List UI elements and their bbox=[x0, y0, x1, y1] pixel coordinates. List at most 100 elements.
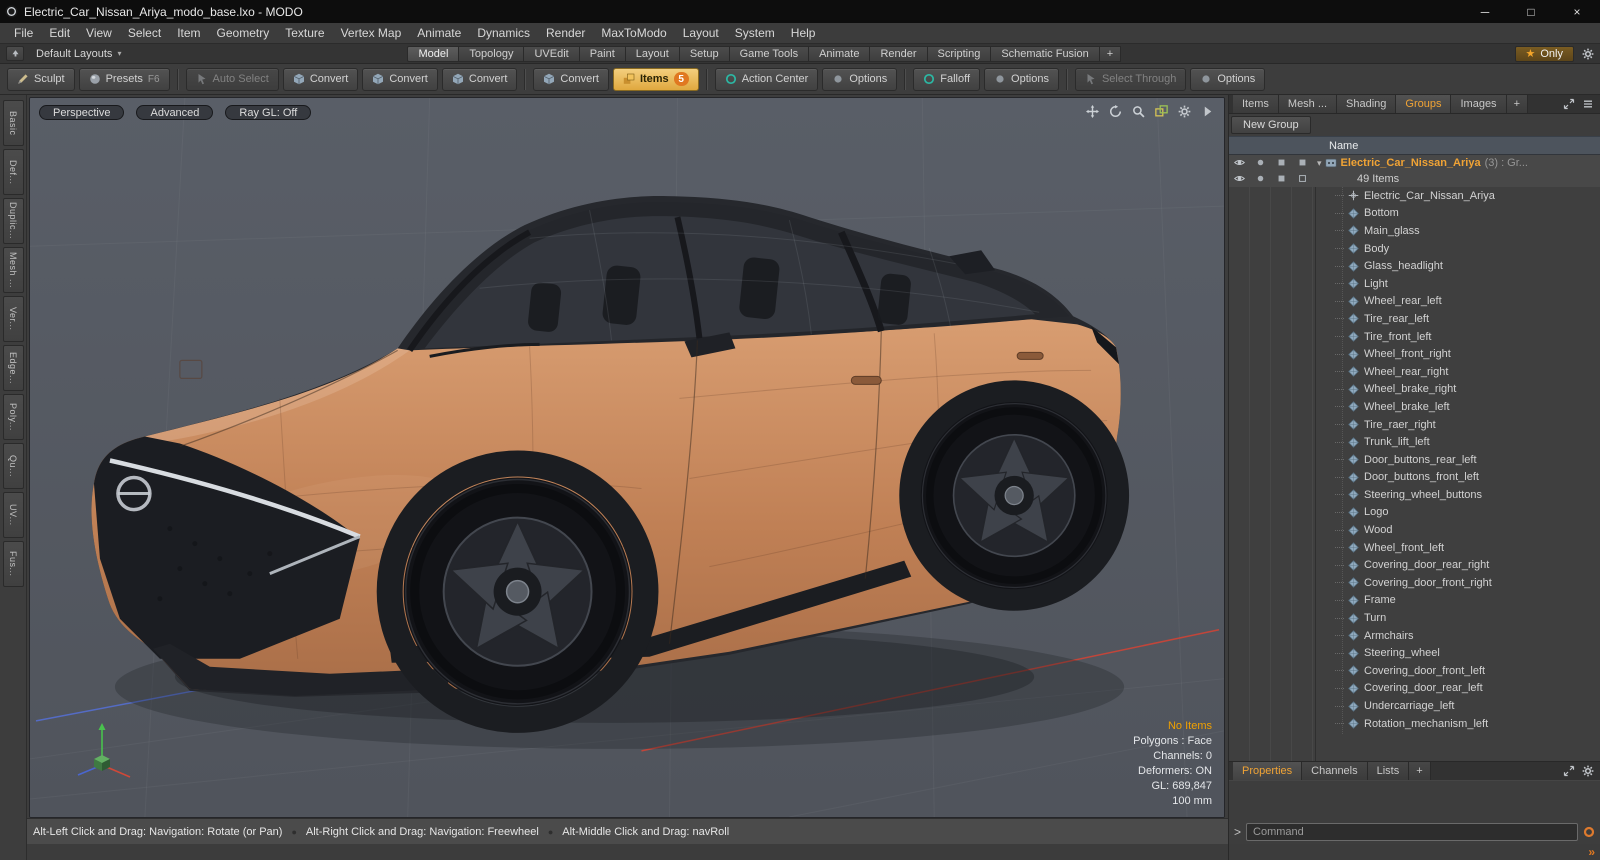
popout-icon[interactable] bbox=[1563, 765, 1575, 777]
toolbar-convert-button[interactable]: Convert bbox=[362, 67, 438, 91]
layout-tab-game-tools[interactable]: Game Tools bbox=[729, 45, 810, 62]
render-toggle-icon[interactable] bbox=[1276, 157, 1287, 168]
visibility-eye-icon[interactable] bbox=[1234, 157, 1245, 168]
magnifier-icon[interactable] bbox=[1132, 105, 1145, 118]
shader-dot-icon[interactable] bbox=[1255, 157, 1266, 168]
menu-maxtomodo[interactable]: MaxToModo bbox=[593, 24, 674, 42]
layouts-dropdown[interactable]: Default Layouts ▾ bbox=[30, 48, 127, 60]
left-tab-fus[interactable]: Fus... bbox=[2, 541, 24, 587]
left-tab-def[interactable]: Def... bbox=[2, 149, 24, 195]
layout-tab-schematic-fusion[interactable]: Schematic Fusion bbox=[991, 45, 1100, 62]
toolbar-items-button[interactable]: Items 5 bbox=[612, 67, 699, 91]
toolbar-presets-button[interactable]: Presets F6 bbox=[78, 67, 170, 91]
group-item[interactable]: Bottom bbox=[1229, 205, 1600, 223]
group-item[interactable]: Trunk_lift_left bbox=[1229, 433, 1600, 451]
add-panel-tab-button[interactable]: + bbox=[1506, 95, 1528, 113]
menu-select[interactable]: Select bbox=[120, 24, 169, 42]
left-tab-ver[interactable]: Ver... bbox=[2, 296, 24, 342]
gear-icon[interactable] bbox=[1178, 105, 1191, 118]
group-item[interactable]: Covering_door_rear_left bbox=[1229, 680, 1600, 698]
panel-tab-shading[interactable]: Shading bbox=[1337, 95, 1397, 113]
command-history-icon[interactable] bbox=[1583, 826, 1595, 838]
panel-tab-items[interactable]: Items bbox=[1233, 95, 1279, 113]
group-item[interactable]: Wheel_rear_left bbox=[1229, 293, 1600, 311]
left-tab-poly[interactable]: Poly... bbox=[2, 394, 24, 440]
minimize-button[interactable]: ─ bbox=[1462, 0, 1508, 23]
menu-layout[interactable]: Layout bbox=[675, 24, 727, 42]
left-tab-mesh[interactable]: Mesh ... bbox=[2, 247, 24, 293]
group-item[interactable]: Turn bbox=[1229, 609, 1600, 627]
group-item[interactable]: Wheel_brake_right bbox=[1229, 381, 1600, 399]
panel-menu-icon[interactable] bbox=[1582, 98, 1594, 110]
group-item[interactable]: Light bbox=[1229, 275, 1600, 293]
group-item[interactable]: Electric_Car_Nissan_Ariya bbox=[1229, 187, 1600, 205]
arrow-right-icon[interactable] bbox=[1201, 105, 1214, 118]
viewport-advanced-button[interactable]: Advanced bbox=[136, 105, 214, 120]
gear-icon[interactable] bbox=[1582, 48, 1594, 60]
visibility-eye-icon[interactable] bbox=[1234, 173, 1245, 184]
new-group-button[interactable]: New Group bbox=[1231, 116, 1311, 134]
viewport-perspective-button[interactable]: Perspective bbox=[39, 105, 125, 120]
bottom-tab-channels[interactable]: Channels bbox=[1302, 762, 1368, 780]
toolbar-auto-select-button[interactable]: Auto Select bbox=[185, 67, 279, 91]
group-item[interactable]: Rotation_mechanism_left bbox=[1229, 715, 1600, 733]
group-item[interactable]: Wheel_front_left bbox=[1229, 539, 1600, 557]
expand-arrow-icon[interactable]: ▾ bbox=[1317, 158, 1322, 169]
toolbar-sculpt-button[interactable]: Sculpt bbox=[7, 67, 75, 91]
group-item[interactable]: Wood bbox=[1229, 521, 1600, 539]
group-item[interactable]: Covering_door_front_left bbox=[1229, 662, 1600, 680]
toolbar-convert-button[interactable]: Convert bbox=[441, 67, 518, 91]
panel-expand-icon[interactable]: » bbox=[1588, 845, 1595, 859]
menu-item[interactable]: Item bbox=[169, 24, 208, 42]
snap-icon[interactable] bbox=[1155, 105, 1168, 118]
group-item[interactable]: Wheel_brake_left bbox=[1229, 398, 1600, 416]
group-item[interactable]: Logo bbox=[1229, 504, 1600, 522]
left-tab-uv[interactable]: UV... bbox=[2, 492, 24, 538]
toolbar-select-through-button[interactable]: Select Through bbox=[1074, 67, 1187, 91]
panel-tab-groups[interactable]: Groups bbox=[1396, 95, 1452, 113]
toolbar-convert-button[interactable]: Convert bbox=[282, 67, 359, 91]
only-button[interactable]: ★ Only bbox=[1514, 45, 1574, 62]
group-item[interactable]: Tire_rear_left bbox=[1229, 310, 1600, 328]
maximize-button[interactable]: □ bbox=[1508, 0, 1554, 23]
pan-icon[interactable] bbox=[1086, 105, 1099, 118]
group-item[interactable]: Body bbox=[1229, 240, 1600, 258]
gear-icon[interactable] bbox=[1582, 765, 1594, 777]
toolbar-options-button[interactable]: Options bbox=[822, 67, 898, 91]
layout-tab-animate[interactable]: Animate bbox=[809, 45, 871, 62]
group-row[interactable]: ▾ Electric_Car_Nissan_Ariya (3) : Gr... bbox=[1229, 155, 1600, 171]
panel-tab-mesh[interactable]: Mesh ... bbox=[1278, 95, 1338, 113]
panel-tab-images[interactable]: Images bbox=[1451, 95, 1507, 113]
group-item[interactable]: Tire_front_left bbox=[1229, 328, 1600, 346]
menu-dynamics[interactable]: Dynamics bbox=[469, 24, 538, 42]
layout-tab-layout[interactable]: Layout bbox=[625, 45, 680, 62]
menu-help[interactable]: Help bbox=[783, 24, 824, 42]
close-button[interactable]: × bbox=[1554, 0, 1600, 23]
group-item[interactable]: Glass_headlight bbox=[1229, 257, 1600, 275]
command-input[interactable] bbox=[1246, 823, 1578, 841]
orbit-icon[interactable] bbox=[1109, 105, 1122, 118]
add-bottom-tab-button[interactable]: + bbox=[1409, 762, 1431, 780]
shader-dot-icon[interactable] bbox=[1255, 173, 1266, 184]
add-layout-tab-button[interactable]: + bbox=[1099, 45, 1122, 62]
group-item[interactable]: Covering_door_rear_right bbox=[1229, 556, 1600, 574]
layout-tab-topology[interactable]: Topology bbox=[459, 45, 525, 62]
group-item[interactable]: Steering_wheel bbox=[1229, 644, 1600, 662]
toolbar-action-center-button[interactable]: Action Center bbox=[714, 67, 819, 91]
group-item[interactable]: Tire_raer_right bbox=[1229, 416, 1600, 434]
menu-animate[interactable]: Animate bbox=[409, 24, 469, 42]
lock-toggle-icon[interactable] bbox=[1297, 157, 1308, 168]
left-tab-qu[interactable]: Qu... bbox=[2, 443, 24, 489]
toolbar-falloff-button[interactable]: Falloff bbox=[913, 67, 981, 91]
menu-geometry[interactable]: Geometry bbox=[209, 24, 278, 42]
menu-texture[interactable]: Texture bbox=[277, 24, 332, 42]
menu-system[interactable]: System bbox=[727, 24, 783, 42]
left-tab-basic[interactable]: Basic bbox=[2, 100, 24, 146]
render-toggle-icon[interactable] bbox=[1276, 173, 1287, 184]
popout-icon[interactable] bbox=[1563, 98, 1575, 110]
viewport-ray-gl-off-button[interactable]: Ray GL: Off bbox=[225, 105, 312, 120]
toolbar-options-button[interactable]: Options bbox=[984, 67, 1059, 91]
layout-tab-paint[interactable]: Paint bbox=[579, 45, 626, 62]
group-count-row[interactable]: 49 Items bbox=[1229, 171, 1600, 187]
layout-up-icon[interactable] bbox=[6, 46, 24, 61]
